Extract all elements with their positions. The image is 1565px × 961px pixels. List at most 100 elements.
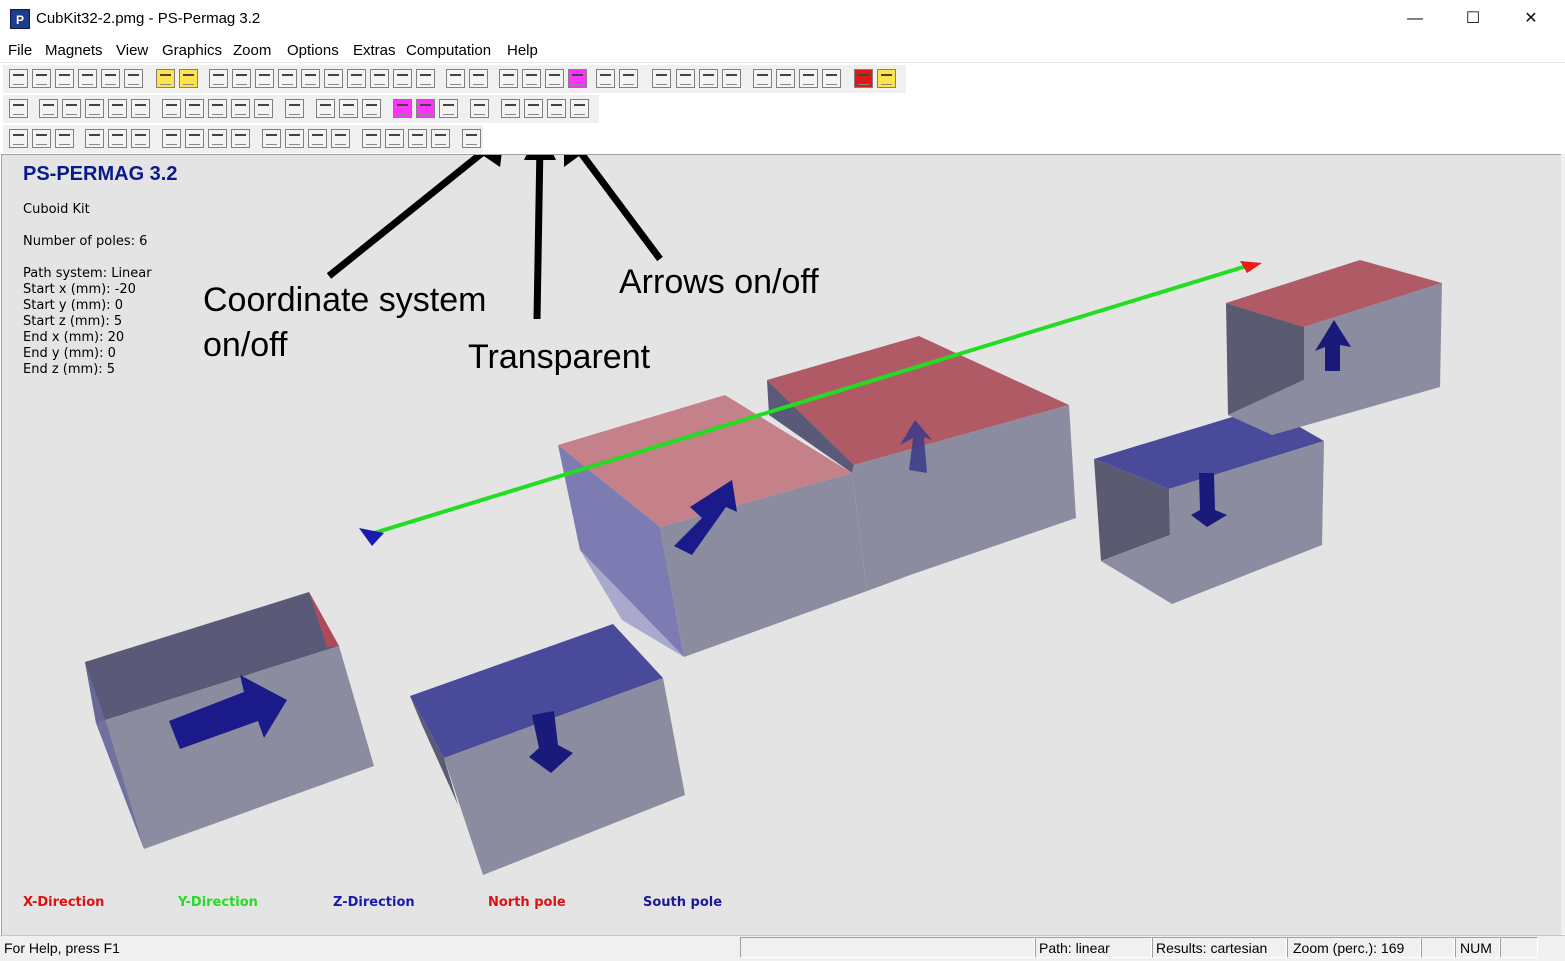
open-file-button[interactable] bbox=[32, 69, 51, 88]
toolbar-button-36-2[interactable] bbox=[62, 99, 81, 118]
save-file-button[interactable] bbox=[55, 69, 74, 88]
title-bar: P CubKit32-2.pmg - PS-Permag 3.2 — ☐ ✕ bbox=[0, 0, 1565, 38]
toolbar-button-6-32[interactable] bbox=[799, 69, 818, 88]
toolbar-button-36-5[interactable] bbox=[131, 99, 150, 118]
toolbar-button-66-8[interactable] bbox=[208, 129, 227, 148]
toolbar-button-66-5[interactable] bbox=[131, 129, 150, 148]
toolbar-button-6-13[interactable] bbox=[324, 69, 343, 88]
toolbar-button-66-7[interactable] bbox=[185, 129, 204, 148]
toolbar-button-6-19[interactable] bbox=[469, 69, 488, 88]
arrows-toggle-button[interactable] bbox=[547, 99, 566, 118]
new-file-button[interactable] bbox=[9, 69, 28, 88]
menu-view[interactable]: View bbox=[116, 42, 148, 59]
toolbar-button-66-10[interactable] bbox=[262, 129, 281, 148]
toolbar-button-6-21[interactable] bbox=[522, 69, 541, 88]
menu-zoom[interactable]: Zoom bbox=[233, 42, 271, 59]
status-bar: For Help, press F1 Path: linear Results:… bbox=[0, 935, 1565, 961]
annotation-arrows-onoff: Arrows on/off bbox=[619, 263, 819, 301]
toolbar-button-36-12[interactable] bbox=[316, 99, 335, 118]
toolbar-button-36-22[interactable] bbox=[570, 99, 589, 118]
toolbar-button-66-9[interactable] bbox=[231, 129, 250, 148]
toolbar-button-36-1[interactable] bbox=[39, 99, 58, 118]
toolbar-button-36-0[interactable] bbox=[9, 99, 28, 118]
status-zoom: Zoom (perc.): 169 bbox=[1293, 940, 1405, 956]
toolbar-button-66-17[interactable] bbox=[431, 129, 450, 148]
coordinate-system-toggle-button[interactable] bbox=[501, 99, 520, 118]
menu-help[interactable]: Help bbox=[507, 42, 538, 59]
toolbar-button-36-11[interactable] bbox=[285, 99, 304, 118]
menu-options[interactable]: Options bbox=[287, 42, 339, 59]
menu-graphics[interactable]: Graphics bbox=[162, 42, 222, 59]
stop-button[interactable] bbox=[854, 69, 873, 88]
toolbar-button-36-14[interactable] bbox=[362, 99, 381, 118]
toolbar-button-66-1[interactable] bbox=[32, 129, 51, 148]
print-button[interactable] bbox=[124, 69, 143, 88]
toolbar-button-6-11[interactable] bbox=[278, 69, 297, 88]
toolbar-button-6-16[interactable] bbox=[393, 69, 412, 88]
toolbar-button-6-25[interactable] bbox=[619, 69, 638, 88]
toolbar-button-36-7[interactable] bbox=[185, 99, 204, 118]
toolbar-button-6-20[interactable] bbox=[499, 69, 518, 88]
toolbar-button-6-4[interactable] bbox=[101, 69, 120, 88]
toolbar-button-66-13[interactable] bbox=[331, 129, 350, 148]
toolbar-button-36-9[interactable] bbox=[231, 99, 250, 118]
toolbar-button-6-3[interactable] bbox=[78, 69, 97, 88]
toolbar-button-6-9[interactable] bbox=[232, 69, 251, 88]
status-path: Path: linear bbox=[1039, 940, 1110, 956]
toolbar-button-66-11[interactable] bbox=[285, 129, 304, 148]
maximize-button[interactable]: ☐ bbox=[1444, 0, 1502, 38]
minimize-button[interactable]: — bbox=[1386, 0, 1444, 38]
toolbar-button-36-10[interactable] bbox=[254, 99, 273, 118]
menu-file[interactable]: File bbox=[8, 42, 32, 59]
toolbar-button-6-28[interactable] bbox=[699, 69, 718, 88]
toolbar-button-66-6[interactable] bbox=[162, 129, 181, 148]
toolbar-button-6-12[interactable] bbox=[301, 69, 320, 88]
toolbar-button-36-18[interactable] bbox=[470, 99, 489, 118]
ps-permag-app-icon[interactable]: P bbox=[10, 9, 30, 29]
toolbar-button-6-26[interactable] bbox=[652, 69, 671, 88]
annotation-transparent: Transparent bbox=[468, 338, 651, 376]
toolbar-button-36-8[interactable] bbox=[208, 99, 227, 118]
toolbar-button-6-7[interactable] bbox=[179, 69, 198, 88]
toolbar-button-36-4[interactable] bbox=[108, 99, 127, 118]
go-button[interactable] bbox=[877, 69, 896, 88]
status-pane-caps bbox=[1421, 937, 1455, 958]
toolbar-button-6-29[interactable] bbox=[722, 69, 741, 88]
toolbar-button-6-8[interactable] bbox=[209, 69, 228, 88]
close-button[interactable]: ✕ bbox=[1502, 0, 1560, 38]
toolbar-button-66-12[interactable] bbox=[308, 129, 327, 148]
toolbar-button-36-13[interactable] bbox=[339, 99, 358, 118]
menu-computation[interactable]: Computation bbox=[406, 42, 491, 59]
status-num: NUM bbox=[1460, 940, 1492, 956]
toolbar-button-36-15[interactable] bbox=[393, 99, 412, 118]
toolbar-button-36-17[interactable] bbox=[439, 99, 458, 118]
menu-magnets[interactable]: Magnets bbox=[45, 42, 103, 59]
toolbar-button-6-24[interactable] bbox=[596, 69, 615, 88]
toolbar-button-66-3[interactable] bbox=[85, 129, 104, 148]
toolbar-button-6-10[interactable] bbox=[255, 69, 274, 88]
toolbar-button-6-17[interactable] bbox=[416, 69, 435, 88]
toolbar-button-36-16[interactable] bbox=[416, 99, 435, 118]
toolbar-button-36-6[interactable] bbox=[162, 99, 181, 118]
toolbar-button-6-22[interactable] bbox=[545, 69, 564, 88]
menu-extras[interactable]: Extras bbox=[353, 42, 396, 59]
toolbar-button-6-30[interactable] bbox=[753, 69, 772, 88]
toolbar-button-66-0[interactable] bbox=[9, 129, 28, 148]
toolbar-button-66-15[interactable] bbox=[385, 129, 404, 148]
toolbar-button-66-18[interactable] bbox=[462, 129, 481, 148]
toolbar-button-6-23[interactable] bbox=[568, 69, 587, 88]
toolbar-button-66-14[interactable] bbox=[362, 129, 381, 148]
toolbar-button-6-15[interactable] bbox=[370, 69, 389, 88]
toolbar-button-36-3[interactable] bbox=[85, 99, 104, 118]
graphics-canvas[interactable]: PS-PERMAG 3.2 Cuboid Kit Number of poles… bbox=[1, 154, 1562, 935]
toolbar-button-6-14[interactable] bbox=[347, 69, 366, 88]
toolbar-button-66-2[interactable] bbox=[55, 129, 74, 148]
toolbar-button-66-4[interactable] bbox=[108, 129, 127, 148]
toolbar-button-6-31[interactable] bbox=[776, 69, 795, 88]
toolbar-button-66-16[interactable] bbox=[408, 129, 427, 148]
toolbar-button-6-27[interactable] bbox=[676, 69, 695, 88]
toolbar-button-6-6[interactable] bbox=[156, 69, 175, 88]
transparent-toggle-button[interactable] bbox=[524, 99, 543, 118]
toolbar-button-6-33[interactable] bbox=[822, 69, 841, 88]
toolbar-button-6-18[interactable] bbox=[446, 69, 465, 88]
